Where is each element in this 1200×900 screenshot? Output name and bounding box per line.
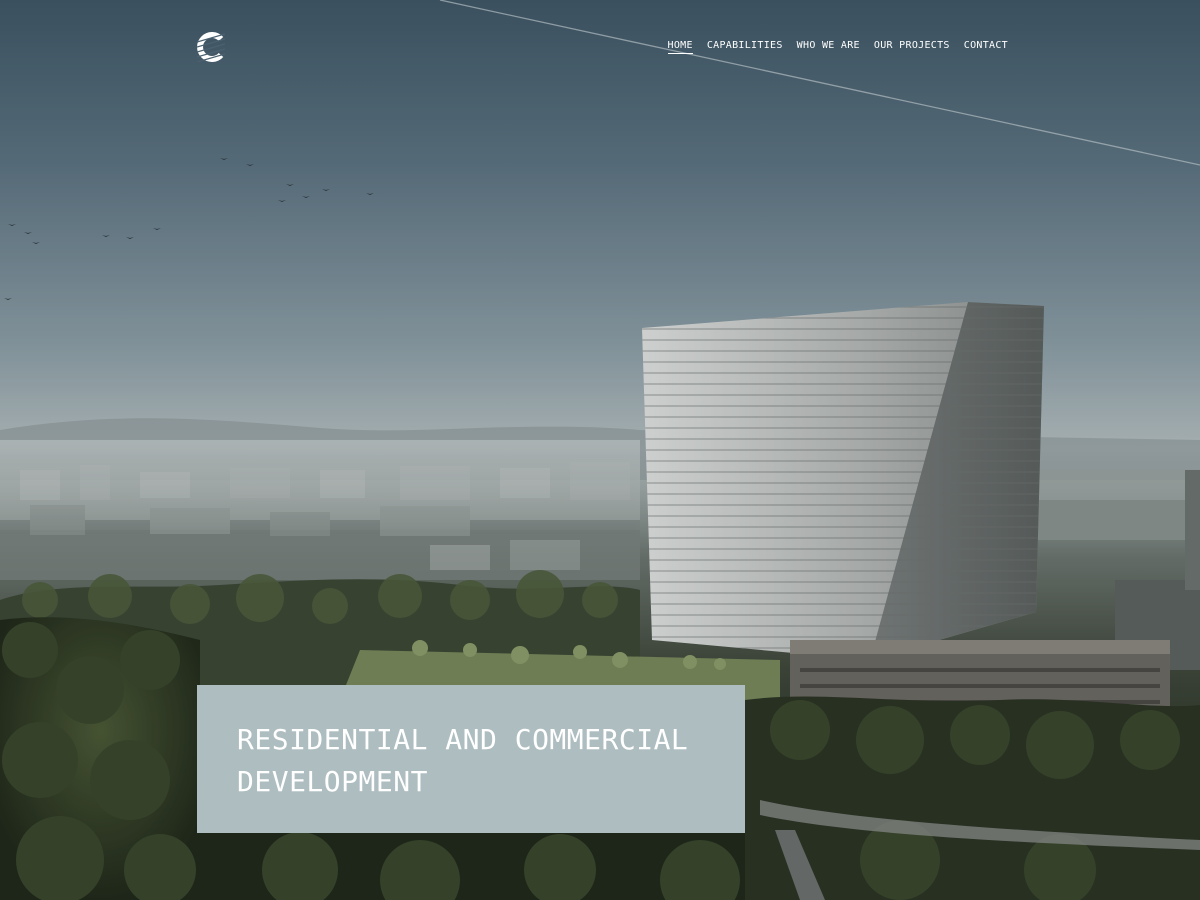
top-navigation: HOME CAPABILITIES WHO WE ARE OUR PROJECT…: [0, 0, 1200, 95]
nav-link-home[interactable]: HOME: [667, 40, 693, 54]
main-nav: HOME CAPABILITIES WHO WE ARE OUR PROJECT…: [667, 40, 1008, 54]
headline-box: RESIDENTIAL AND COMMERCIAL DEVELOPMENT: [197, 685, 745, 833]
c-striped-logo-icon[interactable]: [196, 32, 226, 63]
hero-section: HOME CAPABILITIES WHO WE ARE OUR PROJECT…: [0, 0, 1200, 900]
nav-link-who-we-are[interactable]: WHO WE ARE: [797, 40, 860, 54]
hero-headline: RESIDENTIAL AND COMMERCIAL DEVELOPMENT: [237, 723, 689, 798]
nav-link-capabilities[interactable]: CAPABILITIES: [707, 40, 783, 54]
nav-link-our-projects[interactable]: OUR PROJECTS: [874, 40, 950, 54]
nav-link-contact[interactable]: CONTACT: [964, 40, 1008, 54]
